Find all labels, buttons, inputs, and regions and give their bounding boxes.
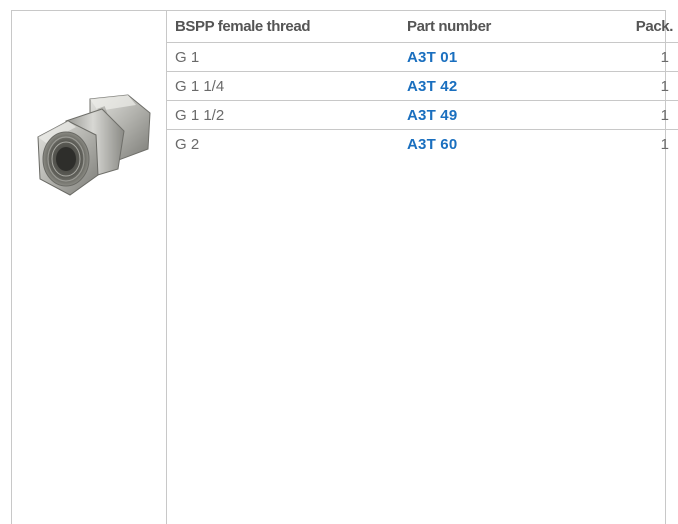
table-row: G 1 A3T 01 1 <box>167 42 678 72</box>
header-pack: Pack. <box>603 11 678 43</box>
table-row: G 1 1/4 A3T 42 1 <box>167 71 678 101</box>
header-thread: BSPP female thread <box>167 11 407 43</box>
header-part-number: Part number <box>407 11 603 43</box>
part-number: A3T 01 <box>407 42 603 72</box>
thread-size: G 1 1/2 <box>167 100 407 130</box>
table-header-row: BSPP female thread Part number Pack. <box>167 11 678 43</box>
part-number: A3T 49 <box>407 100 603 130</box>
thread-size: G 2 <box>175 135 200 153</box>
pipe-union-fitting-icon <box>37 94 151 196</box>
pack-quantity: 1 <box>603 71 678 101</box>
product-image-cell <box>12 11 166 241</box>
spec-table: BSPP female thread Part number Pack. G 1… <box>167 11 678 158</box>
part-number: A3T 42 <box>407 71 603 101</box>
pack-quantity: 1 <box>603 42 678 72</box>
pack-quantity: 1 <box>603 100 678 130</box>
thread-size: G 1 1/4 <box>167 71 407 101</box>
thread-size: G 1 <box>167 42 407 72</box>
pack-quantity: 1 <box>660 135 669 153</box>
part-number: A3T 60 <box>407 135 458 153</box>
table-row: G 1 1/2 A3T 49 1 <box>167 100 678 130</box>
table-row: G 2 A3T 60 1 <box>167 130 678 159</box>
